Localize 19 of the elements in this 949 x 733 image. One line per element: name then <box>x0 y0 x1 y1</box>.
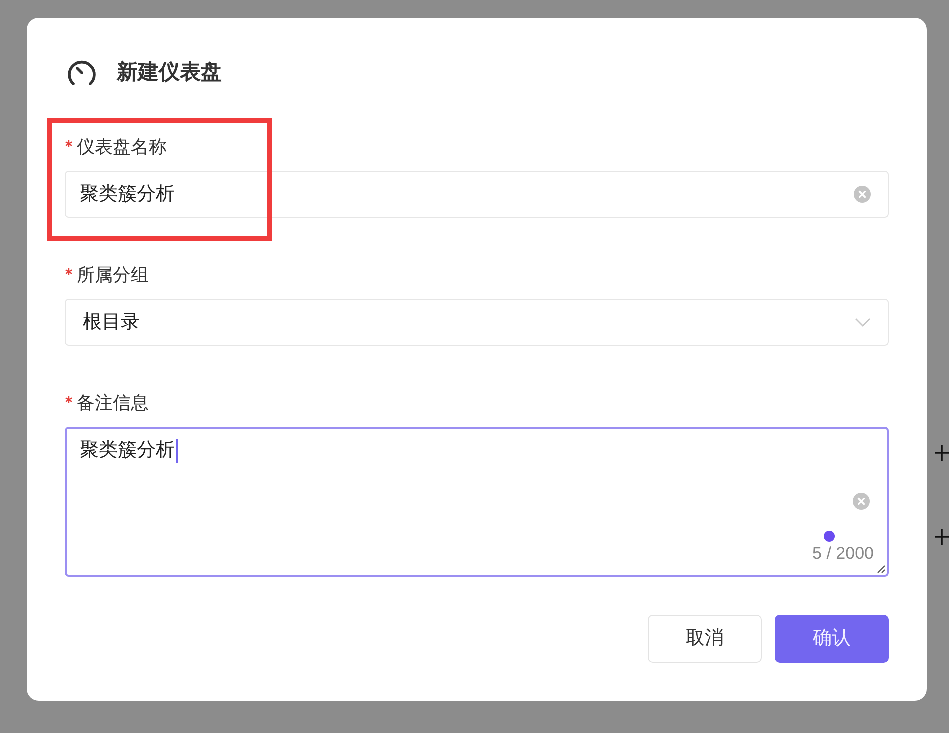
resize-handle-icon[interactable] <box>877 565 886 574</box>
plus-icon <box>935 445 949 461</box>
dialog-title: 新建仪表盘 <box>117 60 222 86</box>
field-label: 所属分组 <box>77 264 149 287</box>
clear-icon[interactable] <box>853 493 870 510</box>
text-input[interactable]: 聚类簇分析 <box>65 171 889 218</box>
gauge-icon <box>67 59 97 87</box>
text-caret <box>176 439 178 463</box>
character-count: 5 / 2000 <box>812 543 874 565</box>
field-label: 仪表盘名称 <box>77 136 167 159</box>
cursor-dot-icon <box>824 531 835 542</box>
field-label: 备注信息 <box>77 392 149 415</box>
textarea-field[interactable]: 聚类簇分析 5 / 2000 <box>65 427 889 577</box>
confirm-button[interactable]: 确认 <box>775 615 889 663</box>
cancel-button[interactable]: 取消 <box>648 615 762 663</box>
chevron-down-icon <box>855 318 871 327</box>
plus-icon <box>935 529 949 545</box>
clear-icon[interactable] <box>854 186 871 203</box>
select-field[interactable]: 根目录 <box>65 299 889 346</box>
